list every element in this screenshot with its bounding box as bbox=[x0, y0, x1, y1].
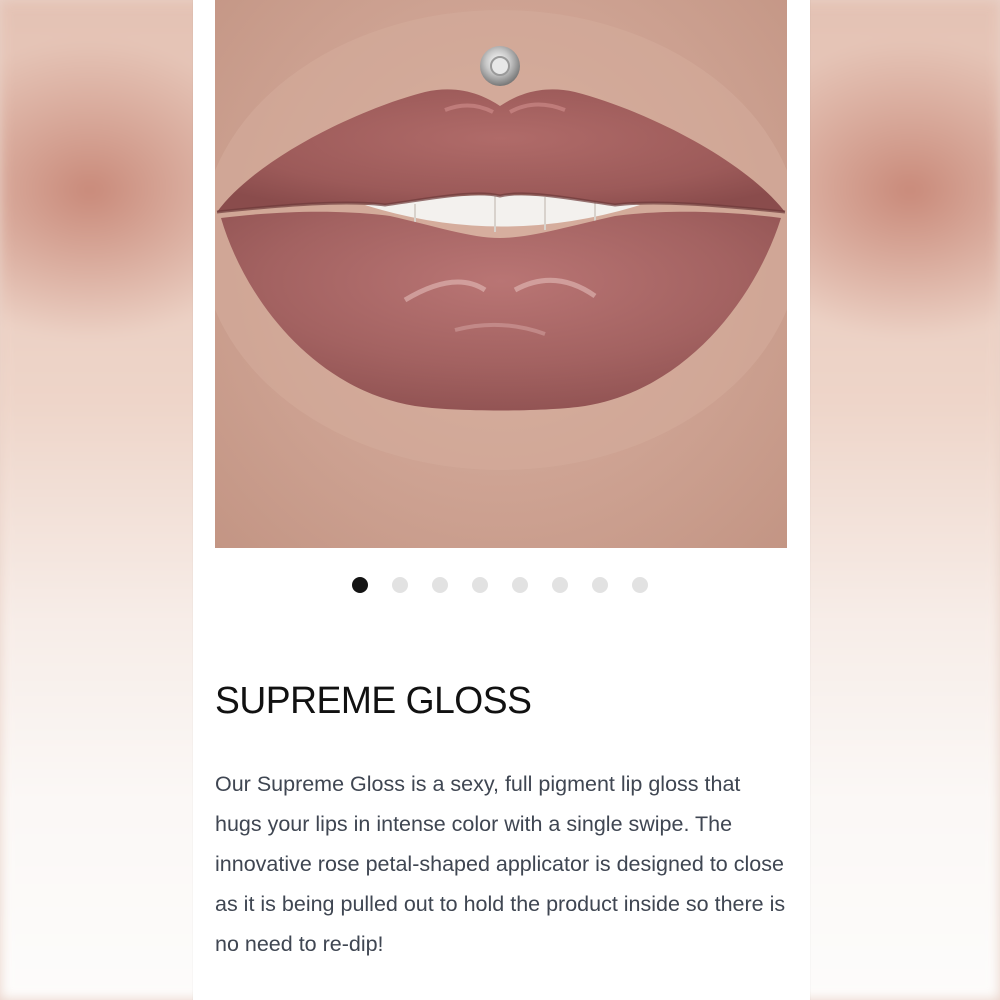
carousel-dot-7[interactable] bbox=[592, 577, 608, 593]
carousel-dot-5[interactable] bbox=[512, 577, 528, 593]
carousel-dot-3[interactable] bbox=[432, 577, 448, 593]
carousel-indicators bbox=[352, 577, 648, 593]
carousel-dot-1[interactable] bbox=[352, 577, 368, 593]
carousel-dot-2[interactable] bbox=[392, 577, 408, 593]
product-card: SUPREME GLOSS Our Supreme Gloss is a sex… bbox=[193, 0, 810, 1000]
carousel-dot-6[interactable] bbox=[552, 577, 568, 593]
carousel-dot-8[interactable] bbox=[632, 577, 648, 593]
product-image[interactable] bbox=[215, 0, 787, 548]
lips-photo-icon bbox=[215, 10, 787, 470]
product-description: Our Supreme Gloss is a sexy, full pigmen… bbox=[215, 772, 786, 956]
carousel-dot-4[interactable] bbox=[472, 577, 488, 593]
product-title: SUPREME GLOSS bbox=[215, 680, 532, 722]
